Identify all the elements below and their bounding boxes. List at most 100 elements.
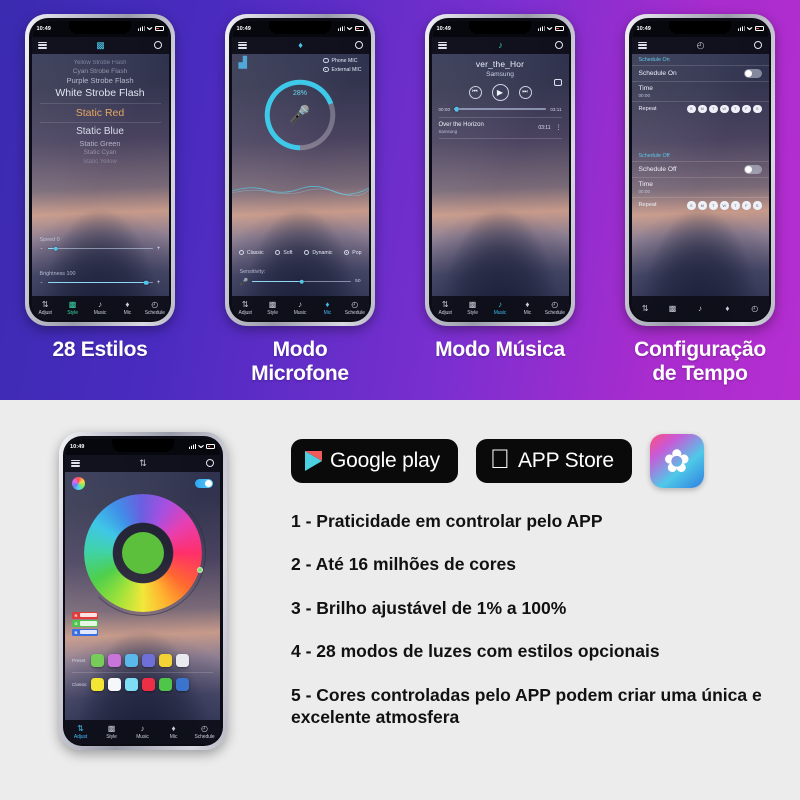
radio-phone-mic[interactable]: Phone MIC <box>323 58 361 64</box>
seek-bar[interactable] <box>454 106 547 112</box>
schedule-off-toggle[interactable] <box>743 165 762 174</box>
tab-music[interactable]: ♪ <box>687 304 713 313</box>
day-toggle[interactable]: S <box>687 201 696 210</box>
list-item[interactable]: Purple Strobe Flash <box>32 76 169 86</box>
schedule-on-toggle[interactable] <box>743 68 762 78</box>
playlist-item[interactable]: Over the Horizon Samsung 03:11 ⋮ <box>438 116 562 139</box>
gear-icon[interactable] <box>154 41 163 49</box>
gear-icon[interactable] <box>205 459 214 467</box>
tab-schedule[interactable]: ◴ <box>742 304 768 313</box>
tab-adjust[interactable]: ⇅ Adjust <box>432 300 458 316</box>
preset-swatch[interactable] <box>159 653 172 667</box>
tab-music[interactable]: ♪ Music <box>87 300 113 316</box>
wheel-knob[interactable] <box>196 566 203 573</box>
tab-music[interactable]: ♪ Music <box>487 300 513 316</box>
rgb-chip-b[interactable]: B <box>72 628 98 636</box>
day-toggle[interactable]: S <box>753 201 762 210</box>
rgb-chip-r[interactable]: R <box>72 611 98 619</box>
schedule-off-time-row[interactable]: Time 00:00 <box>631 177 769 197</box>
menu-icon[interactable] <box>637 41 647 49</box>
increase-icon[interactable]: + <box>157 246 161 252</box>
sensitivity-slider[interactable]: 🎤 50 <box>240 278 361 286</box>
more-options-icon[interactable]: ⋮ <box>556 124 562 131</box>
list-item[interactable]: Static Yellow <box>32 158 169 166</box>
day-toggle[interactable]: F <box>742 104 751 113</box>
repeat-icon[interactable] <box>553 78 562 86</box>
color-wheel[interactable] <box>79 489 206 616</box>
gear-icon[interactable] <box>354 41 363 49</box>
app-store-badge[interactable]:  APP Store <box>475 439 632 483</box>
increase-icon[interactable]: + <box>157 280 161 286</box>
mode-classic[interactable]: Classic <box>238 250 264 256</box>
seek-knob[interactable] <box>454 106 460 112</box>
rgb-chip-g[interactable]: G <box>72 620 98 628</box>
speed-slider[interactable]: - + <box>40 246 161 252</box>
gear-icon[interactable] <box>754 41 763 49</box>
list-item[interactable]: Static Cyan <box>32 149 169 158</box>
tab-style[interactable]: ▩ <box>660 304 686 313</box>
gear-icon[interactable] <box>554 41 563 49</box>
tab-schedule[interactable]: ◴ Schedule <box>542 300 568 316</box>
day-toggle[interactable]: W <box>720 201 729 210</box>
power-toggle[interactable] <box>195 478 213 488</box>
tab-mic[interactable]: ♦ Mic <box>159 724 188 740</box>
schedule-on-row[interactable]: Schedule On <box>631 64 769 81</box>
tab-schedule[interactable]: ◴ Schedule <box>190 724 219 740</box>
google-play-badge[interactable]: Google play <box>291 439 458 483</box>
decrease-icon[interactable]: - <box>40 280 44 286</box>
tab-mic[interactable]: ♦ <box>714 304 740 313</box>
tab-adjust[interactable]: ⇅ Adjust <box>32 300 58 316</box>
slider-track[interactable] <box>47 246 153 251</box>
list-item[interactable]: White Strobe Flash <box>32 86 169 100</box>
day-toggle[interactable]: W <box>720 104 729 113</box>
previous-button[interactable]: ⏮ <box>468 85 482 99</box>
classic-swatch[interactable] <box>91 677 104 691</box>
list-item[interactable]: Static Green <box>32 139 169 149</box>
mode-dynamic[interactable]: Dynamic <box>303 250 333 256</box>
brightness-slider[interactable]: - + <box>40 280 161 286</box>
tab-style[interactable]: ▩ Style <box>460 300 486 316</box>
day-toggle[interactable]: S <box>687 104 696 113</box>
tab-style[interactable]: ▩ Style <box>60 300 86 316</box>
mode-pop[interactable]: Pop <box>343 250 361 256</box>
radio-external-mic[interactable]: External MIC <box>323 67 362 73</box>
schedule-off-row[interactable]: Schedule Off <box>631 161 769 177</box>
lotus-app-icon[interactable]: ✿ <box>649 434 704 488</box>
tab-mic[interactable]: ♦ Mic <box>114 300 140 316</box>
list-item-selected[interactable]: Static Red <box>32 106 169 120</box>
list-item[interactable]: Cyan Strobe Flash <box>32 67 169 76</box>
tab-adjust[interactable]: ⇅ Adjust <box>232 300 258 316</box>
preset-swatch[interactable] <box>142 653 155 667</box>
slider-knob[interactable] <box>143 280 149 285</box>
preset-swatch[interactable] <box>176 653 189 667</box>
menu-icon[interactable] <box>437 41 447 49</box>
list-item[interactable]: Yellow Strobe Flash <box>32 59 169 67</box>
classic-swatch[interactable] <box>108 677 121 691</box>
slider-knob[interactable] <box>299 279 304 284</box>
day-toggle[interactable]: T <box>709 201 718 210</box>
tab-adjust[interactable]: ⇅ Adjust <box>66 724 95 740</box>
tab-music[interactable]: ♪ Music <box>128 724 157 740</box>
color-preview-swatch[interactable] <box>72 476 85 490</box>
tab-adjust[interactable]: ⇅ <box>632 304 658 313</box>
day-toggle[interactable]: F <box>742 201 751 210</box>
schedule-on-time-row[interactable]: Time 00:00 <box>631 80 769 101</box>
preset-swatch[interactable] <box>125 653 138 667</box>
preset-swatch[interactable] <box>108 653 121 667</box>
next-button[interactable]: ⏭ <box>518 85 532 99</box>
slider-track[interactable] <box>47 280 153 285</box>
wheel-center-color[interactable] <box>121 531 164 574</box>
tab-schedule[interactable]: ◴ Schedule <box>342 300 368 316</box>
mode-soft[interactable]: Soft <box>274 250 293 256</box>
classic-swatch[interactable] <box>142 677 155 691</box>
play-button[interactable]: ▶ <box>491 83 509 101</box>
day-toggle[interactable]: T <box>731 201 740 210</box>
slider-knob[interactable] <box>53 246 59 251</box>
classic-swatch[interactable] <box>159 677 172 691</box>
tab-music[interactable]: ♪ Music <box>287 300 313 316</box>
menu-icon[interactable] <box>71 459 80 467</box>
day-toggle[interactable]: M <box>698 201 707 210</box>
day-toggle[interactable]: T <box>709 104 718 113</box>
mic-level-gauge[interactable]: 28% 🎤 <box>264 78 336 151</box>
decrease-icon[interactable]: - <box>40 246 44 252</box>
